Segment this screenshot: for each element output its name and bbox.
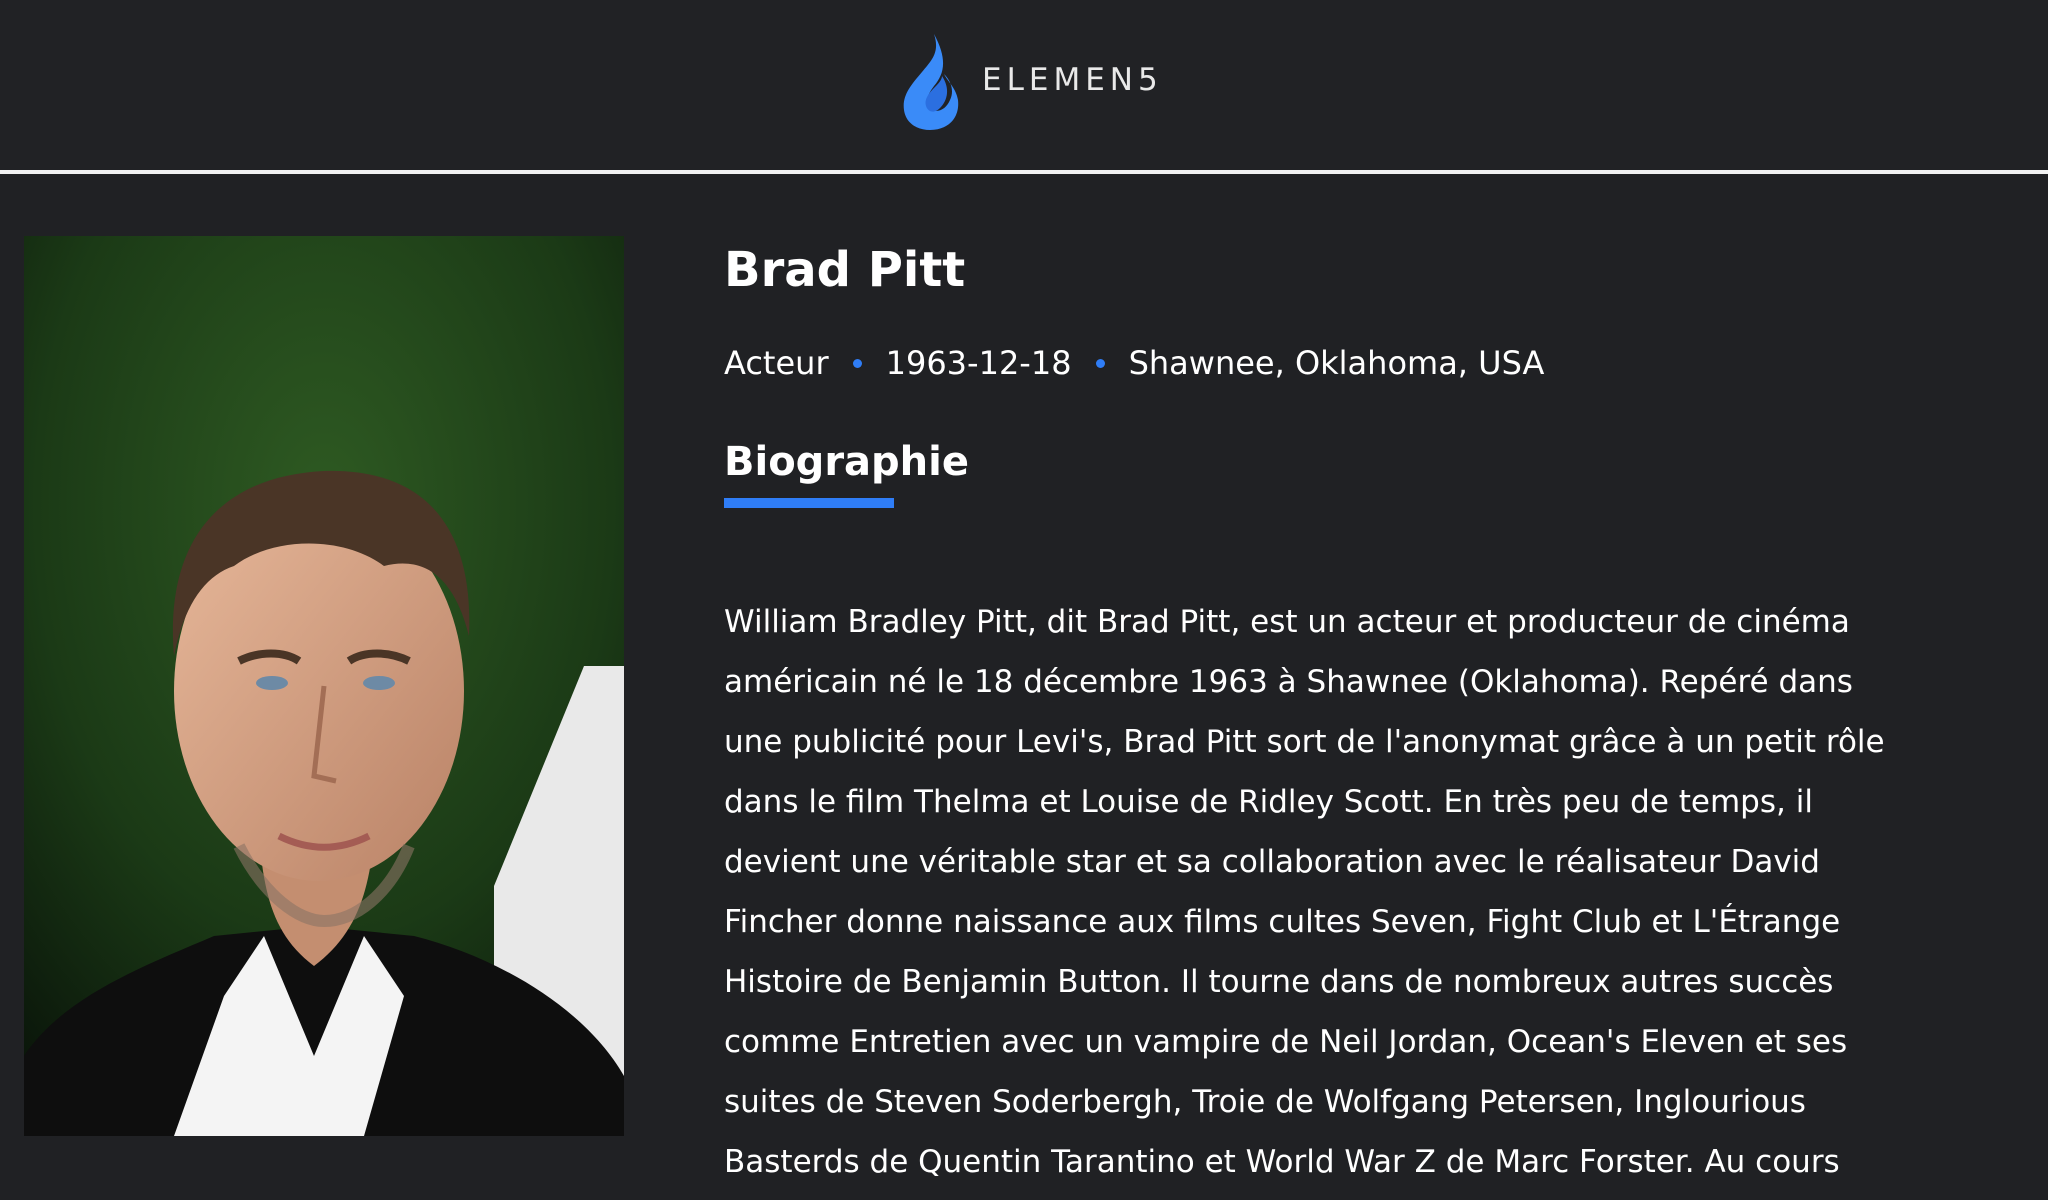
person-name: Brad Pitt (724, 242, 966, 298)
separator-dot-icon (1095, 358, 1105, 368)
heading-underline (724, 498, 894, 508)
person-role: Acteur (724, 344, 829, 382)
flame-icon (903, 34, 959, 130)
brand-logo-link[interactable]: ELEMEN5 (894, 28, 1163, 132)
biography-heading: Biographie (724, 434, 969, 508)
person-birthplace: Shawnee, Oklahoma, USA (1128, 344, 1545, 382)
person-meta: Acteur 1963-12-18 Shawnee, Oklahoma, USA (724, 340, 1944, 386)
biography-text: William Bradley Pitt, dit Brad Pitt, est… (724, 604, 1885, 1180)
portrait-image (24, 236, 624, 1136)
site-header: ELEMEN5 (0, 0, 2048, 174)
person-birthdate: 1963-12-18 (885, 344, 1072, 382)
header-divider (0, 170, 2048, 174)
person-portrait (24, 236, 624, 1136)
separator-dot-icon (852, 358, 862, 368)
brand-name: ELEMEN5 (982, 62, 1163, 98)
person-info: Brad Pitt Acteur 1963-12-18 Shawnee, Okl… (724, 236, 1944, 1192)
biography-heading-label: Biographie (724, 439, 969, 485)
